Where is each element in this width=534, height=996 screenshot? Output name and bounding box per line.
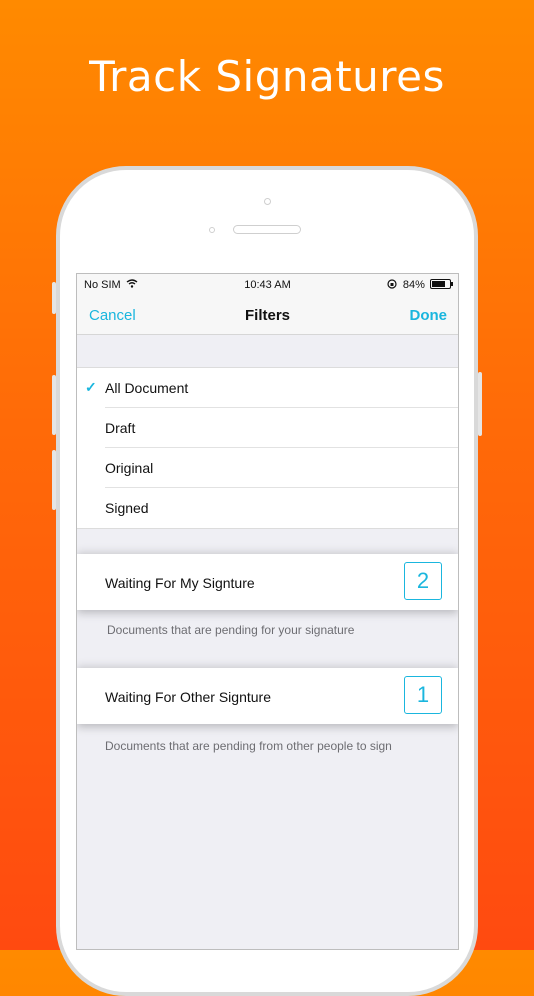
filter-row-draft[interactable]: Draft xyxy=(77,408,458,448)
checkmark-icon: ✓ xyxy=(85,379,97,395)
section-footer: Documents that are pending from other pe… xyxy=(105,739,392,753)
battery-fill xyxy=(432,281,445,287)
count-badge: 2 xyxy=(404,562,442,600)
app-screen: No SIM 10:43 AM 84% Cancel Filters Done … xyxy=(76,273,459,950)
filter-label: Signed xyxy=(105,500,149,516)
page-headline: Track Signatures xyxy=(89,52,445,101)
status-bar: No SIM 10:43 AM 84% xyxy=(77,274,458,296)
orientation-lock-icon xyxy=(387,279,397,289)
filter-label: Original xyxy=(105,460,154,476)
done-button[interactable]: Done xyxy=(410,307,448,324)
section-label: Waiting For My Signture xyxy=(105,575,255,591)
filter-label: All Document xyxy=(105,380,189,396)
waiting-other-signature-row[interactable]: Waiting For Other Signture 1 xyxy=(77,668,458,724)
waiting-my-signature-row[interactable]: Waiting For My Signture 2 xyxy=(77,554,458,610)
battery-icon xyxy=(430,279,453,289)
section-footer: Documents that are pending for your sign… xyxy=(107,623,355,637)
battery-percent: 84% xyxy=(402,279,425,291)
phone-camera xyxy=(264,198,271,205)
section-label: Waiting For Other Signture xyxy=(105,689,271,705)
filter-row-original[interactable]: Original xyxy=(77,448,458,488)
count-badge: 1 xyxy=(404,676,442,714)
phone-power-button xyxy=(478,372,482,436)
filter-row-signed[interactable]: Signed xyxy=(77,488,458,528)
document-filter-list: ✓ All Document Draft Original Signed xyxy=(77,367,458,529)
filter-row-all-document[interactable]: ✓ All Document xyxy=(77,368,458,408)
status-right-group: 84% xyxy=(387,279,453,291)
phone-sensor xyxy=(209,227,215,233)
cancel-button[interactable]: Cancel xyxy=(89,307,136,324)
filter-label: Draft xyxy=(105,420,136,436)
navigation-bar: Cancel Filters Done xyxy=(77,296,458,335)
phone-speaker xyxy=(233,225,301,234)
